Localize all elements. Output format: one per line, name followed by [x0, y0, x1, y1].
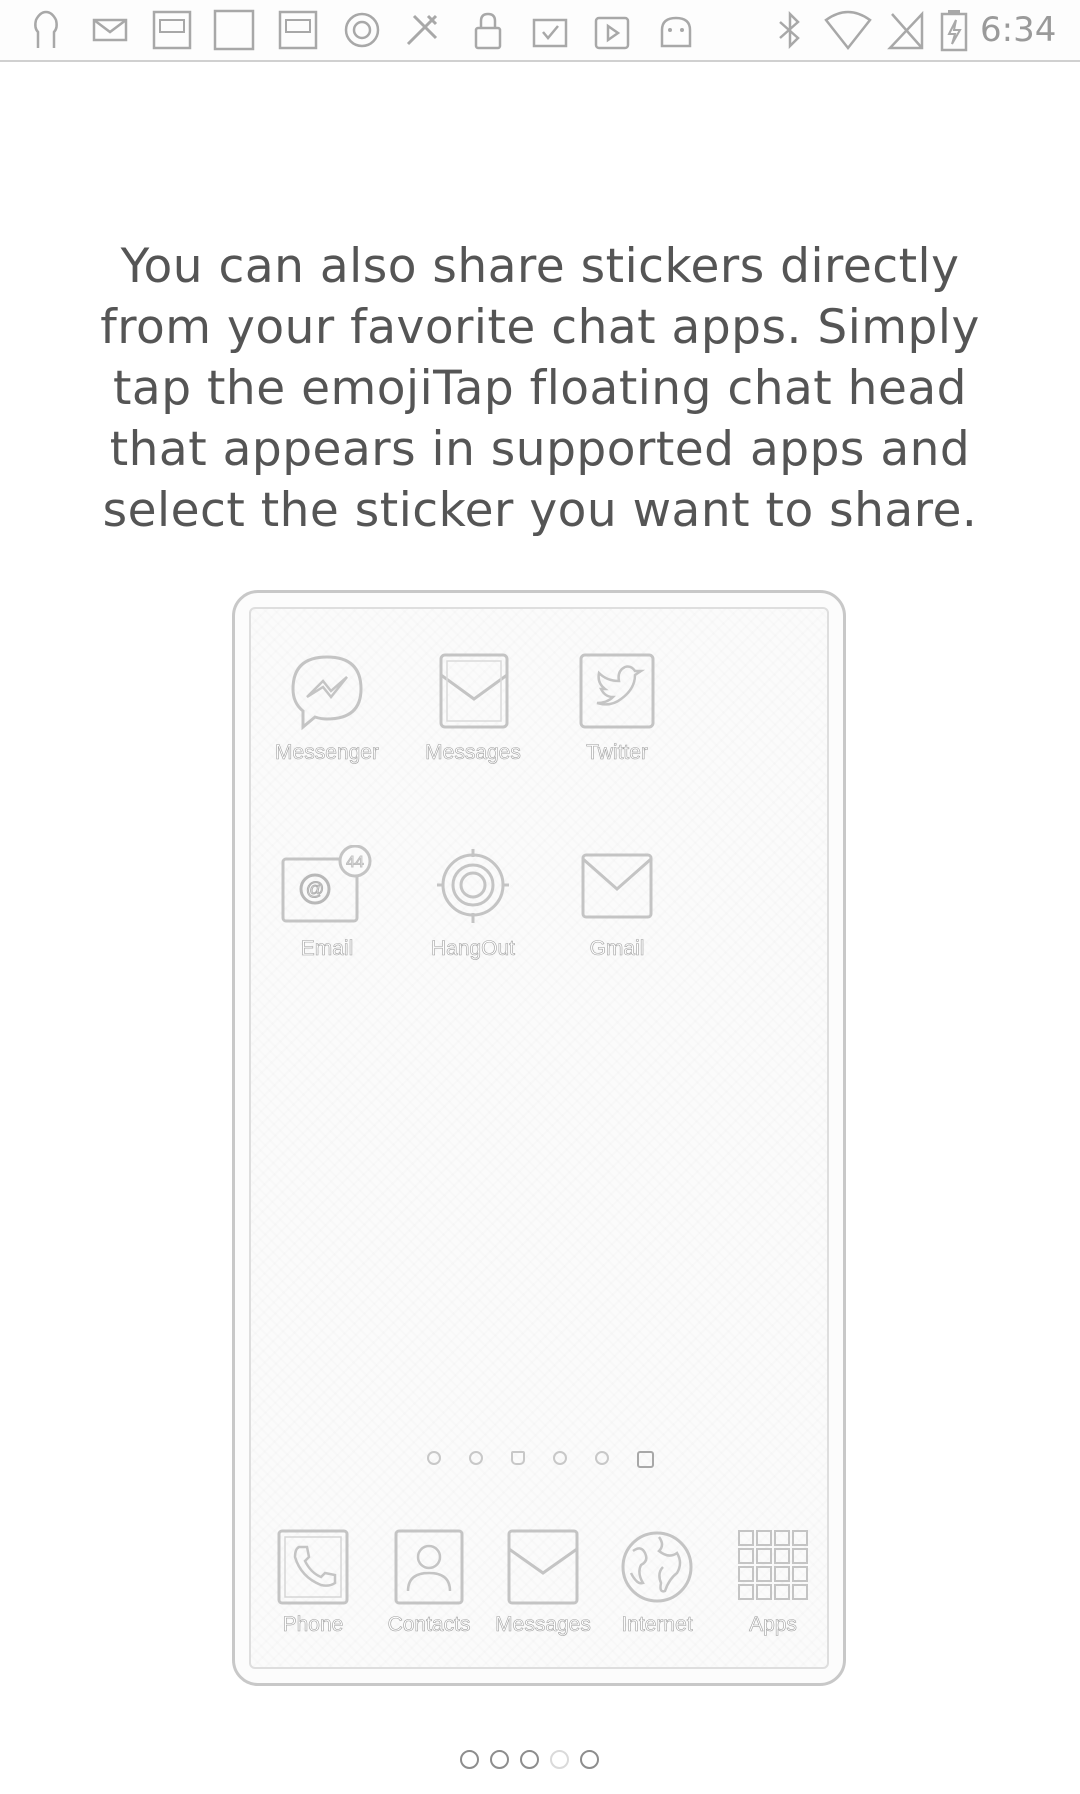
- app-label: Contacts: [387, 1613, 471, 1637]
- app-hangout: HangOut: [413, 845, 533, 961]
- dock-phone: Phone: [253, 1529, 373, 1637]
- pager-dot[interactable]: [460, 1750, 479, 1769]
- app-label: Twitter: [586, 741, 648, 765]
- android-icon: [654, 8, 698, 52]
- kbs-app-icon: [276, 8, 320, 52]
- tools-icon: [400, 8, 444, 52]
- hangout-icon: [431, 845, 515, 929]
- bluetooth-icon: [768, 8, 812, 52]
- pager-dot[interactable]: [520, 1750, 539, 1769]
- page-dot: [469, 1451, 483, 1465]
- apps-grid-icon: [737, 1529, 809, 1605]
- page-dot-active: [637, 1451, 654, 1468]
- messages-icon: [431, 649, 515, 733]
- page-dot: [553, 1451, 567, 1465]
- pager-dot[interactable]: [580, 1750, 599, 1769]
- app-label: Apps: [749, 1613, 797, 1637]
- phone-illustration: Messenger Messages Twitter @44 Email Han…: [232, 590, 846, 1686]
- contacts-icon: [394, 1529, 464, 1605]
- dock-contacts: Contacts: [369, 1529, 489, 1637]
- page-dot: [595, 1451, 609, 1465]
- pager-dot-current[interactable]: [550, 1750, 569, 1769]
- pager-dot[interactable]: [490, 1750, 509, 1769]
- onboarding-instruction: You can also share stickers directly fro…: [100, 239, 980, 538]
- app-label: HangOut: [430, 937, 516, 961]
- messenger-icon: [285, 649, 369, 733]
- home-page-dot: [511, 1451, 525, 1465]
- circle-app-icon: [340, 8, 384, 52]
- wifi-icon: [824, 8, 872, 52]
- email-badge: 44: [346, 854, 364, 871]
- app-label: Gmail: [589, 937, 645, 961]
- gmail-icon: [575, 845, 659, 929]
- app-label: Phone: [282, 1613, 344, 1637]
- status-bar: 6:34: [0, 0, 1080, 62]
- app-gmail: Gmail: [557, 845, 677, 961]
- onboarding-page-indicator: [460, 1750, 599, 1769]
- dock-messages: Messages: [483, 1529, 603, 1637]
- app-messenger: Messenger: [267, 649, 387, 765]
- email-icon: @44: [279, 844, 375, 929]
- phone-home-screen: Messenger Messages Twitter @44 Email Han…: [249, 607, 829, 1669]
- phone-icon: [277, 1529, 349, 1605]
- page-dot: [427, 1451, 441, 1465]
- battery-charging-icon: [936, 8, 972, 52]
- clock: 6:34: [980, 10, 1057, 50]
- home-page-indicator: [427, 1451, 654, 1471]
- person-icon: [24, 8, 68, 52]
- twitter-icon: [575, 649, 659, 733]
- app-label: Internet: [621, 1613, 693, 1637]
- clipboard-check-icon: [528, 8, 572, 52]
- app-twitter: Twitter: [557, 649, 677, 765]
- globe-icon: [619, 1529, 695, 1605]
- kbs-app-icon: [150, 8, 194, 52]
- lock-icon: [466, 8, 510, 52]
- svg-text:@: @: [306, 879, 324, 899]
- app-label: Messages: [425, 741, 521, 765]
- app-email: @44 Email: [267, 844, 387, 961]
- app-label: Email: [300, 937, 354, 961]
- app-label: Messenger: [275, 741, 379, 765]
- app-label: Messages: [495, 1613, 591, 1637]
- dock-apps: Apps: [713, 1529, 833, 1637]
- no-signal-icon: [884, 8, 928, 52]
- mail-icon: [88, 8, 132, 52]
- play-store-icon: [590, 8, 634, 52]
- app-messages: Messages: [413, 649, 533, 765]
- dock-internet: Internet: [597, 1529, 717, 1637]
- blank-notification-icon: [212, 8, 256, 52]
- messages-icon: [507, 1529, 579, 1605]
